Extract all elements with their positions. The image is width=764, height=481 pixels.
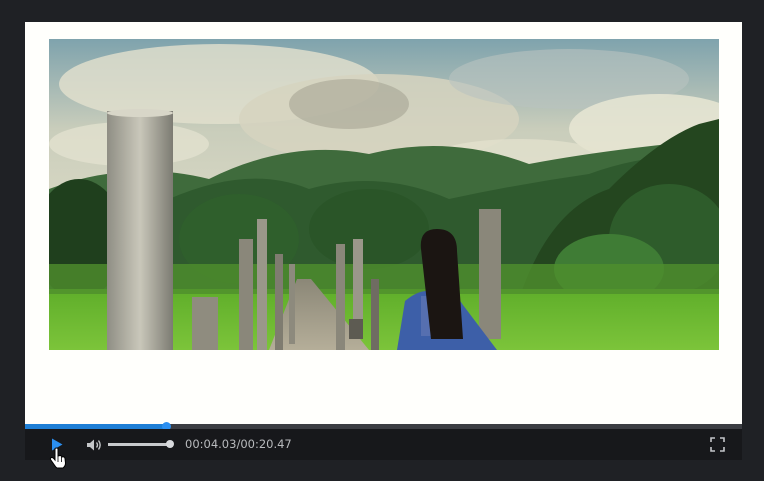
video-frame[interactable]	[49, 39, 719, 350]
volume-slider-handle[interactable]	[166, 440, 174, 448]
play-button[interactable]	[47, 429, 67, 460]
play-icon	[52, 438, 63, 451]
fullscreen-button[interactable]	[707, 429, 727, 460]
volume-button[interactable]	[84, 429, 104, 460]
volume-slider-level	[108, 443, 170, 446]
control-bar: 00:04.03/00:20.47	[25, 429, 742, 460]
video-surface[interactable]	[25, 22, 742, 424]
video-player: 00:04.03/00:20.47	[25, 22, 742, 460]
current-time: 00:04.03	[185, 437, 237, 451]
video-frame-image	[49, 39, 719, 350]
duration: 00:20.47	[240, 437, 292, 451]
time-display: 00:04.03/00:20.47	[185, 429, 292, 460]
volume-slider[interactable]	[108, 440, 174, 448]
volume-icon	[87, 439, 101, 450]
fullscreen-icon	[709, 437, 725, 452]
